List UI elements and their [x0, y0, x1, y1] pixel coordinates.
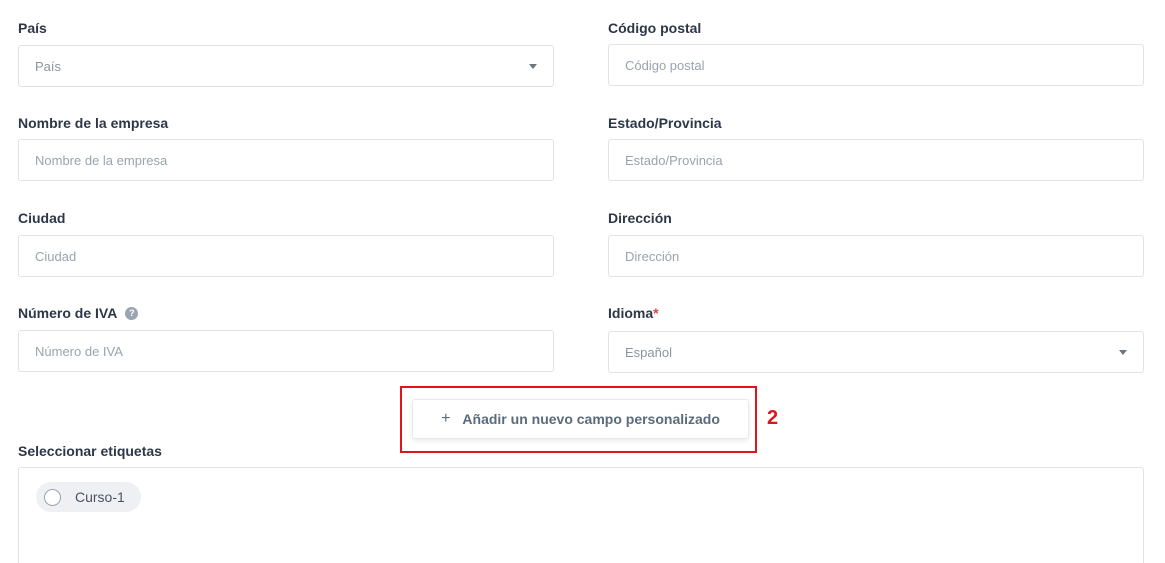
- address-label: Dirección: [608, 210, 672, 226]
- language-select-value: Español: [625, 344, 672, 360]
- tags-label: Seleccionar etiquetas: [18, 443, 162, 459]
- company-name-input[interactable]: [35, 140, 537, 180]
- city-label: Ciudad: [18, 210, 66, 226]
- add-custom-field-label: Añadir un nuevo campo personalizado: [462, 411, 720, 427]
- state-field-wrapper: [608, 139, 1144, 181]
- city-field-wrapper: [18, 235, 554, 277]
- address-input[interactable]: [625, 236, 1127, 276]
- country-select-value: País: [35, 58, 62, 74]
- language-label: Idioma *: [608, 305, 659, 321]
- postal-code-input[interactable]: [625, 45, 1127, 85]
- company-name-label: Nombre de la empresa: [18, 115, 169, 131]
- postal-code-field-wrapper: [608, 44, 1144, 86]
- vat-input[interactable]: [35, 331, 537, 371]
- country-select[interactable]: País: [18, 45, 554, 87]
- vat-label: Número de IVA ?: [18, 305, 139, 321]
- radio-icon[interactable]: [44, 488, 61, 506]
- city-input[interactable]: [35, 236, 537, 276]
- state-input[interactable]: [625, 140, 1127, 180]
- state-label: Estado/Provincia: [608, 115, 722, 131]
- add-custom-field-button[interactable]: + Añadir un nuevo campo personalizado: [412, 399, 749, 439]
- plus-icon: +: [441, 410, 451, 427]
- chevron-down-icon: [529, 63, 537, 69]
- vat-field-wrapper: [18, 330, 554, 372]
- tags-container: Curso-1: [18, 467, 1144, 563]
- annotation-number: 2: [767, 407, 779, 429]
- question-circle-icon[interactable]: ?: [125, 306, 139, 320]
- company-name-field-wrapper: [18, 139, 554, 181]
- required-asterisk: *: [653, 305, 659, 321]
- address-field-wrapper: [608, 235, 1144, 277]
- chevron-down-icon: [1119, 349, 1127, 355]
- postal-code-label: Código postal: [608, 20, 702, 36]
- tag-chip-curso-1[interactable]: Curso-1: [36, 482, 141, 512]
- tag-label: Curso-1: [75, 489, 125, 505]
- country-label: País: [18, 20, 47, 36]
- language-select[interactable]: Español: [608, 331, 1144, 373]
